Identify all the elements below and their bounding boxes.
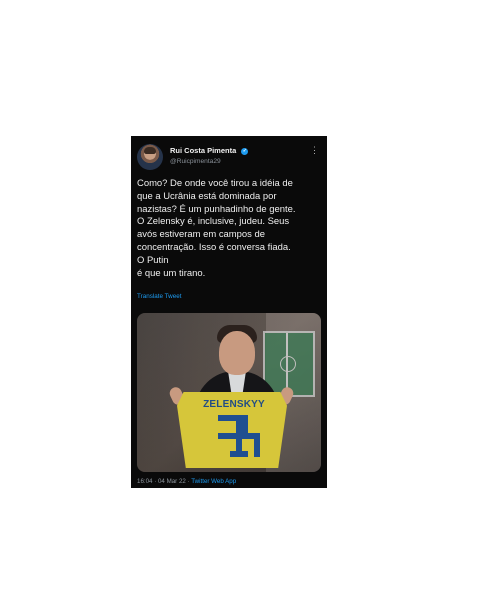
tweet-metadata: 16:04 · 04 Mar 22 · Twitter Web App <box>137 478 236 485</box>
display-name[interactable]: Rui Costa Pimenta <box>170 146 236 155</box>
symbol-arm <box>230 451 248 457</box>
tweet-timestamp[interactable]: 16:04 · 04 Mar 22 · <box>137 478 191 485</box>
tweet-text: Como? De onde você tirou a idéia de que … <box>137 178 296 279</box>
tweet-header: Rui Costa Pimenta ✓ @Ruicpimenta29 ⋮ <box>137 144 321 172</box>
jersey-name: ZELENSKYY <box>203 399 265 410</box>
tweet-card: Rui Costa Pimenta ✓ @Ruicpimenta29 ⋮ Com… <box>131 136 327 488</box>
symbol-arm <box>254 439 260 457</box>
avatar-hair <box>144 147 156 154</box>
page: Rui Costa Pimenta ✓ @Ruicpimenta29 ⋮ Com… <box>0 0 486 606</box>
symbol-arm <box>218 415 236 421</box>
symbol-arm <box>242 415 248 433</box>
jersey-symbol-icon <box>218 415 260 457</box>
display-name-line[interactable]: Rui Costa Pimenta ✓ <box>170 146 249 155</box>
translate-tweet-link[interactable]: Translate Tweet <box>137 293 181 300</box>
profile-avatar[interactable] <box>137 144 163 170</box>
tweet-media-image[interactable]: ZELENSKYY <box>137 313 321 472</box>
verified-icon: ✓ <box>241 148 249 155</box>
person-face <box>219 331 255 375</box>
user-handle[interactable]: @Ruicpimenta29 <box>170 158 221 165</box>
tweet-source-link[interactable]: Twitter Web App <box>191 478 236 485</box>
more-options-icon[interactable]: ⋮ <box>310 146 319 160</box>
